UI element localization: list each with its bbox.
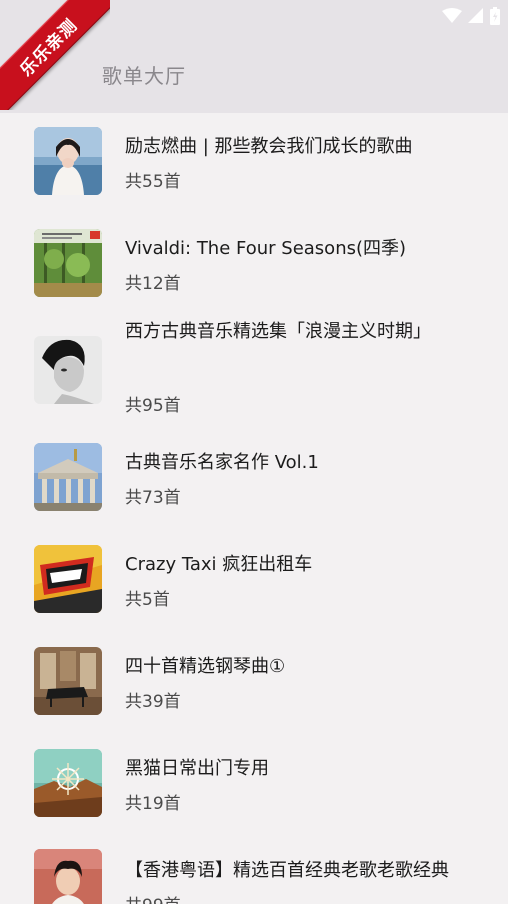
man-portrait-icon	[34, 849, 102, 904]
classical-building-icon	[34, 443, 102, 511]
page-title: 歌单大厅	[102, 64, 186, 88]
playlist-count: 共95首	[125, 396, 181, 416]
battery-icon	[490, 7, 500, 25]
signal-icon	[468, 8, 484, 24]
playlist-item[interactable]: 黑猫日常出门专用 共19首	[0, 735, 508, 837]
playlist-title: 西方古典音乐精选集「浪漫主义时期」	[125, 321, 431, 342]
playlist-title: Crazy Taxi 疯狂出租车	[125, 554, 313, 575]
playlist-item[interactable]: 古典音乐名家名作 Vol.1 共73首	[0, 429, 508, 531]
bw-portrait-icon	[34, 336, 102, 404]
playlist-list: 励志燃曲 | 那些教会我们成长的歌曲 共55首 Vivaldi: The Fou…	[0, 113, 508, 904]
playlist-item[interactable]: Vivaldi: The Four Seasons(四季) 共12首	[0, 215, 508, 317]
playlist-title: 黑猫日常出门专用	[125, 758, 269, 779]
desert-burst-icon	[34, 749, 102, 817]
playlist-title: Vivaldi: The Four Seasons(四季)	[125, 238, 407, 259]
playlist-item[interactable]: 四十首精选钢琴曲① 共39首	[0, 633, 508, 735]
playlist-title: 【香港粤语】精选百首经典老歌老歌经典	[125, 860, 449, 881]
portrait-woman-icon	[34, 127, 102, 195]
piano-room-icon	[34, 647, 102, 715]
playlist-item[interactable]: 励志燃曲 | 那些教会我们成长的歌曲 共55首	[0, 113, 508, 215]
arrow-back-icon	[25, 57, 51, 87]
forest-album-icon	[34, 229, 102, 297]
playlist-item[interactable]: Crazy Taxi 疯狂出租车 共5首	[0, 531, 508, 633]
playlist-count: 共73首	[125, 488, 181, 508]
playlist-count: 共5首	[125, 590, 170, 610]
status-icons	[442, 7, 500, 25]
playlist-item[interactable]: 西方古典音乐精选集「浪漫主义时期」 共95首	[0, 317, 508, 437]
game-logo-icon	[34, 545, 102, 613]
playlist-count: 共55首	[125, 172, 181, 192]
wifi-icon	[442, 8, 462, 24]
status-bar	[0, 0, 508, 32]
playlist-title: 励志燃曲 | 那些教会我们成长的歌曲	[125, 136, 413, 157]
playlist-title: 古典音乐名家名作 Vol.1	[125, 452, 319, 473]
playlist-count: 共39首	[125, 692, 181, 712]
app-bar: 歌单大厅	[0, 32, 508, 113]
back-button[interactable]	[18, 52, 58, 92]
playlist-title: 四十首精选钢琴曲①	[125, 656, 286, 677]
playlist-count: 共12首	[125, 274, 181, 294]
playlist-count: 共19首	[125, 794, 181, 814]
playlist-count: 共99首	[125, 891, 181, 904]
playlist-item[interactable]: 【香港粤语】精选百首经典老歌老歌经典 共99首	[0, 837, 508, 904]
